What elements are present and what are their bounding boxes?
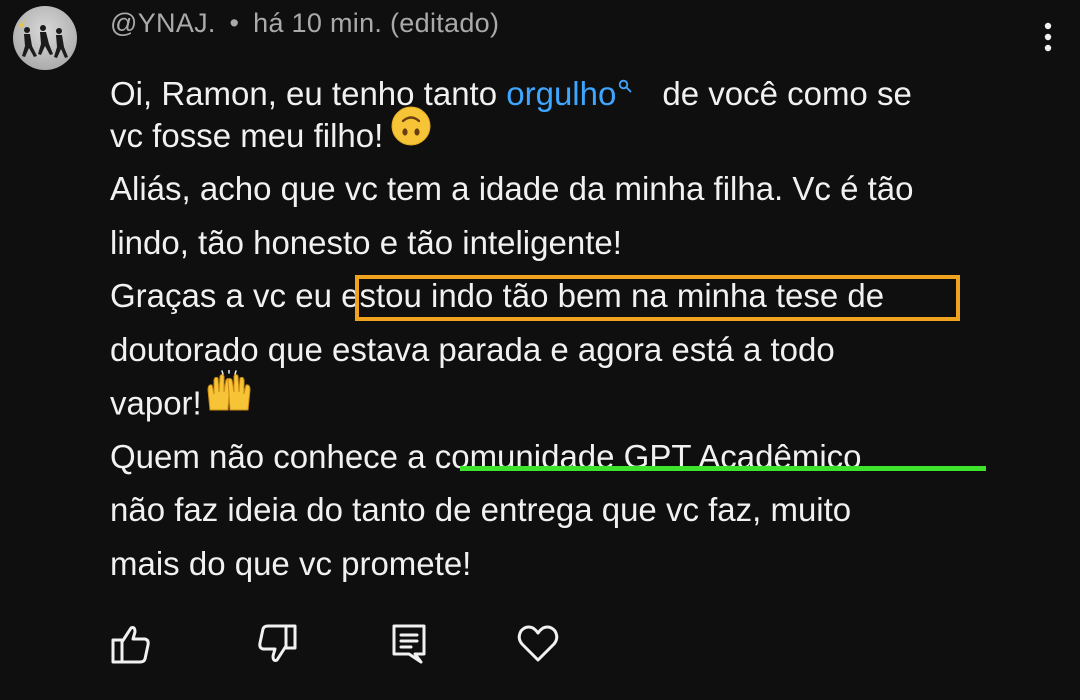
comment-line: não faz ideia do tanto de entrega que vc… bbox=[110, 491, 852, 528]
comment-text: Oi, Ramon, eu tenho tanto bbox=[110, 75, 507, 112]
thumbs-up-icon[interactable] bbox=[107, 620, 155, 668]
upside-down-face-emoji bbox=[391, 106, 431, 162]
thumbs-down-icon[interactable] bbox=[253, 620, 301, 668]
comment-line: vc fosse meu filho! bbox=[110, 106, 1060, 163]
edited-label: (editado) bbox=[390, 8, 500, 38]
meta-separator: • bbox=[229, 8, 240, 38]
heart-icon[interactable] bbox=[514, 620, 562, 668]
orange-highlight-box bbox=[355, 275, 960, 321]
comment-line: lindo, tão honesto e tão inteligente! bbox=[110, 223, 622, 261]
comment-line: vapor! bbox=[110, 369, 1060, 430]
comment-meta: @YNAJ. • há 10 min. (editado) bbox=[110, 8, 499, 39]
comment-line: Aliás, acho que vc tem a idade da minha … bbox=[110, 170, 914, 207]
comment-line: mais do que vc promete! bbox=[110, 544, 472, 582]
more-vert-icon[interactable] bbox=[1033, 18, 1063, 58]
comment-text: de você como se bbox=[662, 75, 912, 112]
comment-text: vapor! bbox=[110, 384, 202, 422]
comment-text: vc fosse meu filho! bbox=[110, 116, 384, 154]
avatar[interactable] bbox=[13, 6, 77, 70]
search-link[interactable]: orgulho bbox=[506, 75, 616, 112]
reply-icon[interactable] bbox=[385, 620, 433, 668]
avatar-figures bbox=[18, 20, 68, 58]
comment-line: Quem não conhece a comunidade GPT Acadêm… bbox=[110, 437, 862, 475]
author-handle[interactable]: @YNAJ. bbox=[110, 8, 216, 38]
comment-actions bbox=[0, 620, 1080, 670]
comment-line: doutorado que estava parada e agora está… bbox=[110, 330, 835, 368]
raising-hands-emoji bbox=[204, 369, 254, 430]
search-icon[interactable] bbox=[618, 55, 632, 109]
green-underline bbox=[460, 466, 986, 471]
comment-body: Oi, Ramon, eu tenho tanto orgulho de você… bbox=[110, 55, 1060, 590]
comment-timestamp[interactable]: há 10 min. bbox=[253, 8, 382, 38]
comment-line: Oi, Ramon, eu tenho tanto orgulho de você… bbox=[110, 55, 1060, 112]
